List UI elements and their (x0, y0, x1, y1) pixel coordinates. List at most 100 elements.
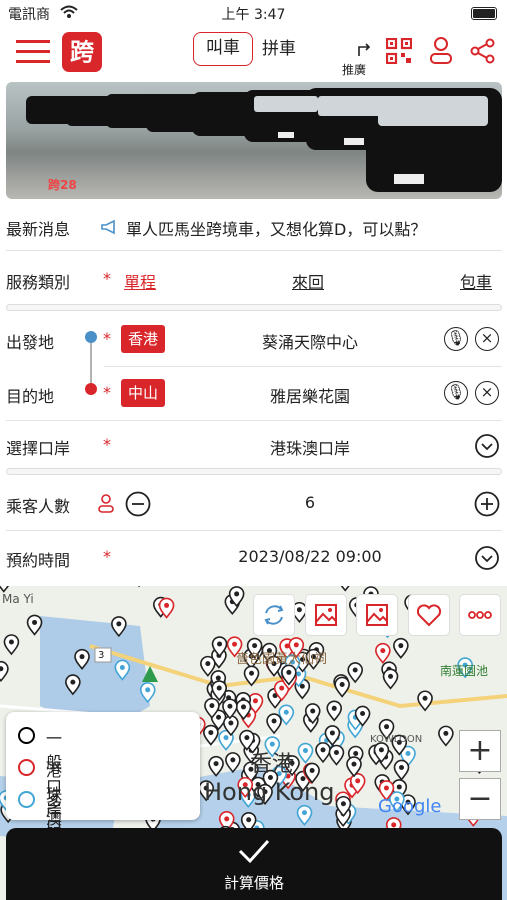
news-bar[interactable]: 最新消息 單人匹馬坐跨境車，又想化算D，可以點？ (0, 210, 507, 242)
refresh-button[interactable] (253, 594, 295, 636)
map-pin[interactable] (375, 642, 391, 664)
destination-region-tag[interactable]: 中山 (121, 379, 165, 407)
qr-code-icon[interactable] (386, 38, 412, 64)
map-pin-dot (119, 664, 125, 670)
share-icon[interactable] (470, 38, 496, 64)
map-pin-dot (232, 641, 238, 647)
tab-carpool[interactable]: 拼車 (262, 32, 312, 66)
map-pin[interactable] (266, 713, 282, 735)
share-arrow-icon[interactable] (356, 41, 372, 57)
booking-time-row[interactable]: 預約時間 * 2023/08/22 09:00 (0, 532, 507, 584)
map-pin[interactable] (208, 755, 224, 777)
more-button[interactable] (459, 594, 501, 636)
map-label: Ma Yi (2, 592, 34, 606)
map-pin[interactable] (0, 586, 11, 593)
map-pin-dot (116, 621, 122, 627)
passengers-row: 乘客人數 6 (0, 478, 507, 530)
map-pin-dot (216, 714, 222, 720)
heart-icon (416, 604, 442, 627)
map-pin-dot (309, 767, 315, 773)
map-pin[interactable] (382, 668, 399, 690)
image-icon (366, 604, 388, 626)
map-pin-dot (329, 730, 335, 736)
map-pin-dot (422, 695, 428, 701)
option-charter[interactable]: 包車 (460, 269, 492, 293)
destination-row: 目的地 * 中山 雅居樂花園 🎙︎ × (0, 368, 507, 420)
option-round-trip[interactable]: 來回 (292, 269, 324, 293)
map-pin[interactable] (338, 586, 352, 592)
map-pin[interactable] (225, 752, 241, 774)
map-pin[interactable] (0, 660, 9, 682)
image-button[interactable] (305, 594, 347, 636)
map-pin-dot (223, 735, 229, 741)
port-row[interactable]: 選擇口岸 * 港珠澳口岸 (0, 420, 507, 472)
chevron-down-icon[interactable] (475, 546, 499, 570)
map-pin-dot (443, 730, 449, 736)
calculate-price-label: 計算價格 (223, 874, 284, 892)
map-pin-dot (164, 602, 170, 608)
tab-call-car[interactable]: 叫車 (193, 32, 253, 66)
microphone-icon[interactable]: 🎙︎ (444, 381, 468, 405)
map-pin-dot (405, 751, 411, 757)
user-icon[interactable] (429, 36, 453, 66)
map-city-en-label: Hong Kong (204, 778, 335, 806)
map-pin-dot (352, 667, 358, 673)
image-button[interactable] (356, 594, 398, 636)
map-pin-dot (224, 816, 230, 822)
zoom-in-button[interactable]: + (459, 730, 501, 772)
map-pin-dot (339, 681, 345, 687)
clear-icon[interactable]: × (475, 381, 499, 405)
news-label: 最新消息 (6, 220, 71, 239)
divider (104, 366, 502, 367)
departure-input[interactable]: 葵涌天際中心 (176, 329, 444, 353)
microphone-icon[interactable]: 🎙︎ (444, 327, 468, 351)
map-pin-dot (205, 661, 211, 667)
option-one-way[interactable]: 單程 (124, 269, 156, 293)
map-pin-dot (355, 778, 361, 784)
map-pin-dot (79, 654, 85, 660)
status-bar: 電訊商 上午 3:47 (0, 0, 507, 26)
departure-region-tag[interactable]: 香港 (121, 325, 165, 353)
map-pin-dot (271, 718, 277, 724)
map-pin-dot (320, 747, 326, 753)
map-pin[interactable] (438, 725, 454, 747)
more-icon (468, 611, 492, 619)
decrease-button[interactable] (125, 491, 151, 517)
map-pin-dot (383, 785, 389, 791)
recommend-label[interactable]: 推廣 (342, 61, 366, 78)
clear-icon[interactable]: × (475, 327, 499, 351)
map-city-label: 香港 (250, 752, 295, 777)
map-pin-dot (230, 757, 236, 763)
megaphone-icon (101, 219, 115, 235)
map-pin-dot (302, 748, 308, 754)
map-pin[interactable] (393, 759, 410, 781)
increase-button[interactable] (474, 491, 500, 517)
news-text: 單人匹馬坐跨境車，又想化算D，可以點？ (126, 220, 427, 239)
map-pin-dot (145, 687, 151, 693)
map-pin-dot (227, 703, 233, 709)
road-number: 3 (98, 650, 105, 661)
zoom-out-button[interactable]: − (459, 778, 501, 820)
map-pin[interactable] (334, 676, 350, 698)
destination-input[interactable]: 雅居樂花園 (176, 383, 444, 407)
favorite-button[interactable] (408, 594, 450, 636)
map-pin-dot (234, 591, 240, 597)
service-type-row: 服務類別 * 單程 來回 包車 (0, 254, 507, 306)
promo-banner[interactable] (6, 82, 502, 199)
clock: 上午 3:47 (221, 7, 286, 23)
port-select[interactable]: 港珠澳口岸 (176, 435, 444, 459)
calculate-price-button[interactable]: 計算價格 (6, 828, 502, 900)
map-landmark-label: 嗇色園黃大仙祠 (236, 652, 328, 667)
chevron-down-icon[interactable] (475, 434, 499, 458)
passengers-label: 乘客人數 (6, 497, 71, 516)
map-pin-dot (293, 642, 299, 648)
banner-cars-image (26, 88, 502, 192)
map-pin[interactable] (393, 637, 409, 659)
map-pin-dot (310, 708, 316, 714)
menu-icon[interactable] (16, 38, 50, 66)
person-icon (98, 494, 114, 513)
map-pin-dot (244, 735, 250, 741)
refresh-icon (264, 605, 284, 625)
map-pin-dot (8, 639, 14, 645)
booking-time-select[interactable]: 2023/08/22 09:00 (176, 547, 444, 566)
